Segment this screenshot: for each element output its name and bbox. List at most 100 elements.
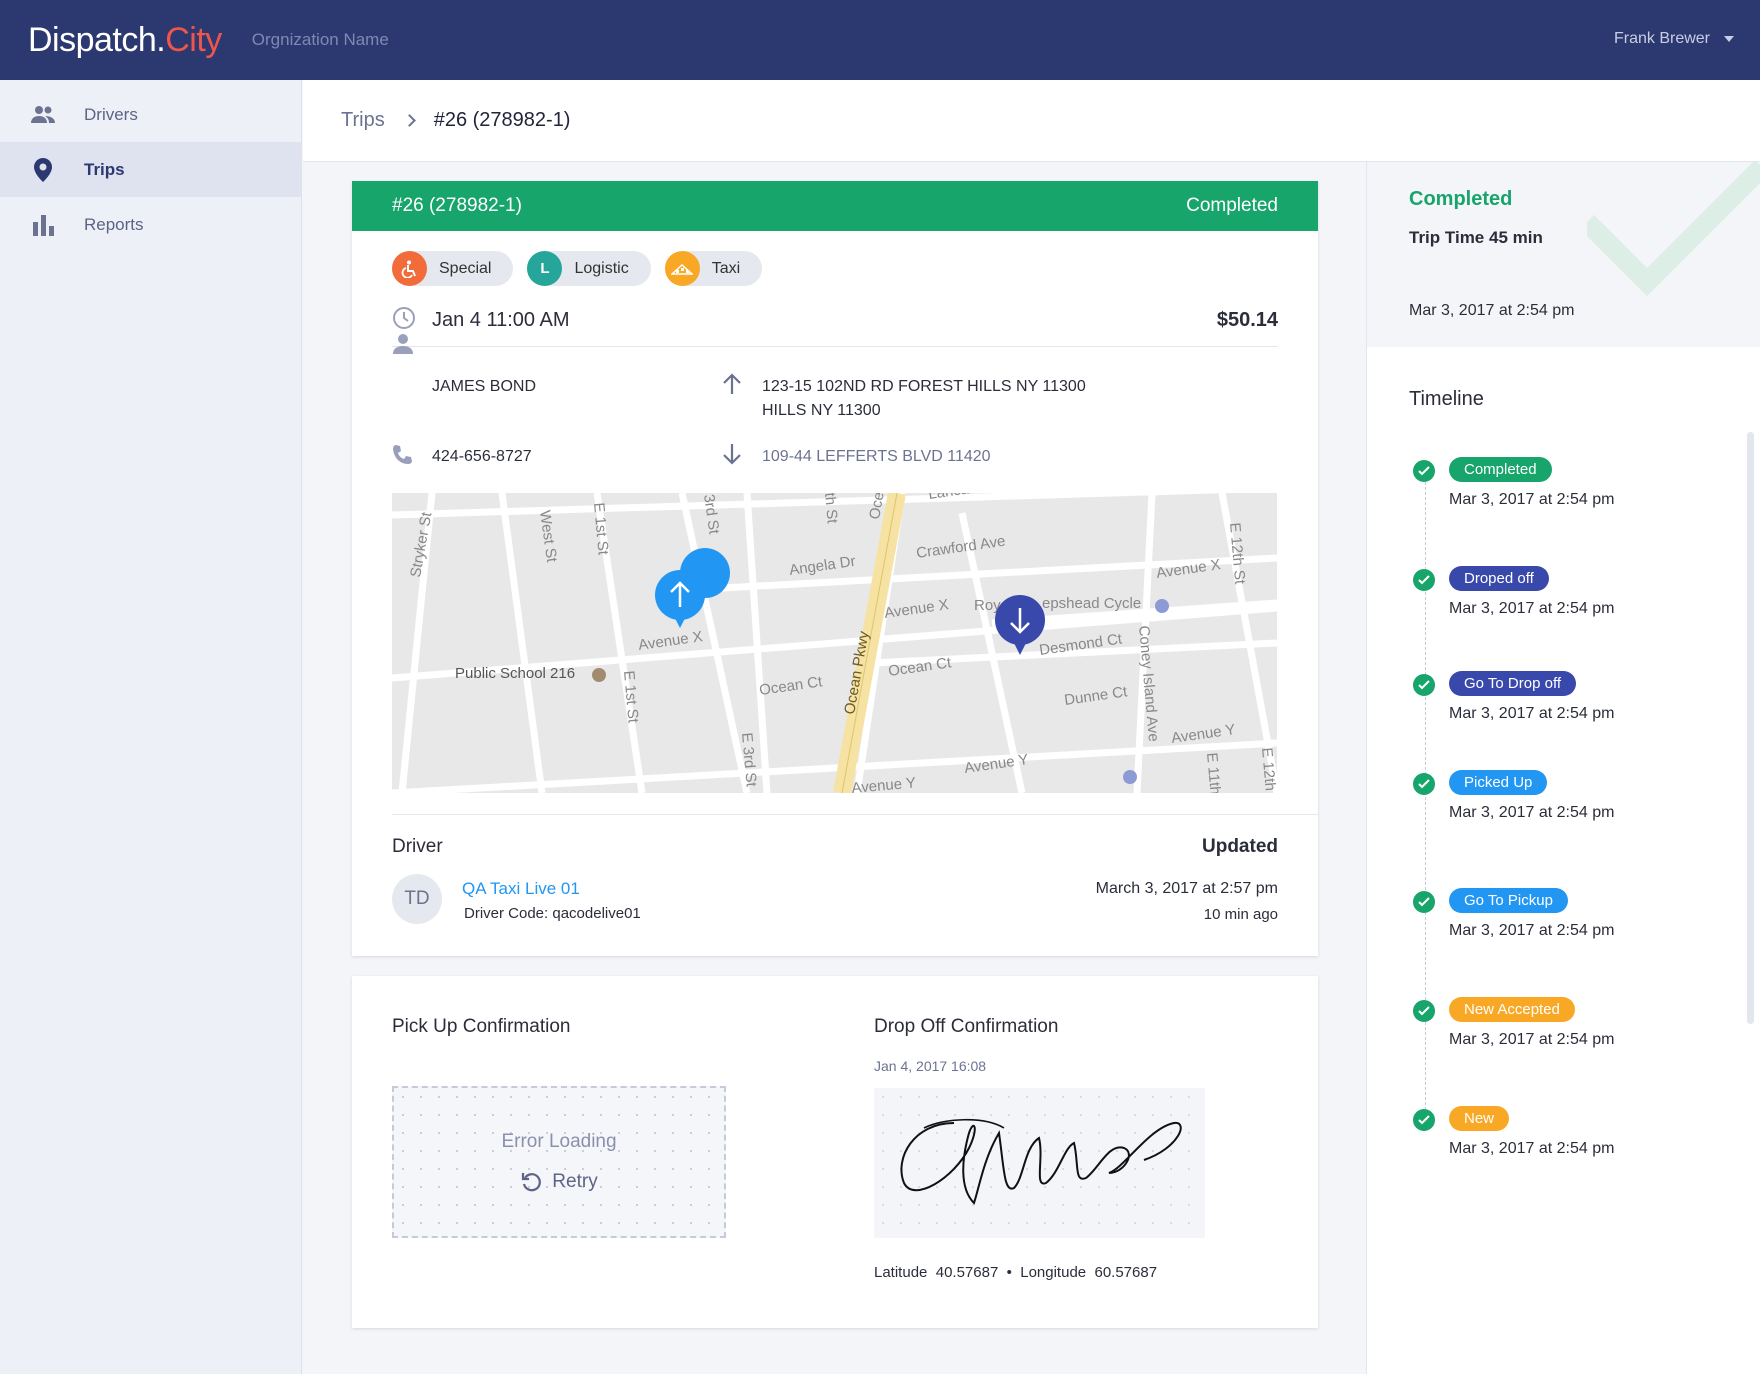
trip-card-header: #26 (278982-1) Completed [352, 181, 1318, 231]
timeline-badge: Go To Drop off [1449, 671, 1577, 696]
tag-special: Special [392, 251, 514, 286]
timeline-date: Mar 3, 2017 at 2:54 pm [1449, 705, 1615, 722]
tag-label: Taxi [711, 259, 741, 277]
check-circle-icon [1413, 1000, 1435, 1022]
latitude-label: Latitude [874, 1264, 928, 1281]
avatar: TD [392, 874, 442, 924]
breadcrumb-trips-link[interactable]: Trips [341, 109, 385, 132]
passenger-phone[interactable]: 424-656-8727 [432, 448, 532, 466]
trip-card: #26 (278982-1) Completed Special L Logis… [352, 181, 1318, 956]
checkmark-watermark-icon [1587, 162, 1760, 297]
brand-logo[interactable]: Dispatch.City [28, 21, 222, 60]
signature-drawing [900, 1118, 1182, 1205]
brand-accent: City [165, 20, 222, 59]
timeline-title: Timeline [1409, 388, 1484, 410]
trip-time-row: Jan 4 11:00 AM $50.14 [392, 305, 1278, 347]
school-icon [592, 668, 606, 682]
check-circle-icon [1413, 569, 1435, 591]
updated-ago: 10 min ago [1203, 906, 1278, 923]
trip-tags: Special L Logistic Taxi [392, 251, 1318, 286]
driver-name-link[interactable]: QA Taxi Live 01 [462, 879, 580, 899]
brand-main: Dispatch. [28, 20, 166, 59]
top-bar: Dispatch.City Orgnization Name Frank Bre… [0, 0, 1760, 80]
pickup-confirmation-image: Error Loading Retry [392, 1086, 726, 1238]
logistic-l-icon: L [527, 251, 563, 286]
chevron-right-icon [402, 114, 416, 127]
refresh-icon [522, 1173, 542, 1192]
arrow-down-icon [722, 443, 742, 470]
check-circle-icon [1413, 1109, 1435, 1131]
person-icon [392, 333, 414, 360]
breadcrumb: Trips #26 (278982-1) [303, 80, 1760, 162]
timeline-date: Mar 3, 2017 at 2:54 pm [1449, 922, 1615, 939]
longitude-label: Longitude [1020, 1264, 1087, 1281]
tag-logistic: L Logistic [527, 251, 651, 286]
status-panel: Completed Trip Time 45 min Mar 3, 2017 a… [1366, 162, 1760, 1374]
check-circle-icon [1413, 891, 1435, 913]
timeline-date: Mar 3, 2017 at 2:54 pm [1449, 1140, 1615, 1157]
timeline-badge: Droped off [1449, 566, 1549, 591]
timeline-scrollbar[interactable] [1747, 432, 1754, 1024]
sidebar-item-trips[interactable]: Trips [0, 142, 301, 197]
phone-icon [392, 444, 414, 471]
user-name: Frank Brewer [1613, 30, 1710, 47]
map-label: th St [821, 493, 841, 525]
people-icon [30, 102, 56, 128]
timeline-date: Mar 3, 2017 at 2:54 pm [1449, 491, 1615, 508]
arrow-up-icon [722, 373, 742, 400]
timeline-badge: Go To Pickup [1449, 888, 1568, 913]
dropoff-date: Jan 4, 2017 16:08 [874, 1058, 987, 1074]
user-menu[interactable]: Frank Brewer [1614, 30, 1734, 48]
sidebar-item-reports[interactable]: Reports [0, 197, 301, 252]
status-summary: Completed Trip Time 45 min Mar 3, 2017 a… [1367, 162, 1760, 347]
retry-button[interactable]: Retry [520, 1171, 598, 1193]
chevron-down-icon [1724, 36, 1734, 42]
clock-icon [392, 306, 416, 335]
tag-taxi: Taxi [664, 251, 763, 286]
driver-section-label: Driver [392, 836, 443, 857]
updated-label: Updated [1202, 836, 1278, 857]
timeline-badge: Completed [1449, 457, 1552, 482]
sidebar-item-label: Drivers [84, 104, 138, 124]
sidebar: Drivers Trips Reports [0, 80, 302, 1374]
map-label: Public School 216 [455, 665, 575, 682]
organization-name: Orgnization Name [251, 30, 389, 49]
updated-date: March 3, 2017 at 2:57 pm [1095, 880, 1278, 897]
error-text: Error Loading [501, 1131, 617, 1152]
driver-code: Driver Code: qacodelive01 [464, 905, 641, 922]
breadcrumb-current: #26 (278982-1) [433, 109, 571, 131]
sidebar-item-label: Trips [84, 159, 125, 179]
map-canvas: Stryker St West St E 1st St 3rd St th St… [392, 493, 1277, 793]
poi-icon [1123, 770, 1137, 784]
trip-price: $50.14 [1216, 309, 1278, 331]
longitude-value: 60.57687 [1094, 1264, 1158, 1281]
timeline-badge: New Accepted [1449, 997, 1575, 1022]
pickup-address-line1: 123-15 102ND RD FOREST HILLS NY 11300 [762, 378, 1086, 395]
check-circle-icon [1413, 773, 1435, 795]
trip-datetime: Jan 4 11:00 AM [432, 309, 570, 331]
dropoff-confirmation-title: Drop Off Confirmation [874, 1016, 1059, 1037]
pickup-confirmation-title: Pick Up Confirmation [392, 1016, 571, 1037]
wheelchair-icon [392, 251, 427, 286]
passenger-name: JAMES BOND [432, 378, 537, 395]
timeline-date: Mar 3, 2017 at 2:54 pm [1449, 1031, 1615, 1048]
check-circle-icon [1413, 460, 1435, 482]
divider [392, 814, 1318, 815]
sidebar-item-drivers[interactable]: Drivers [0, 87, 301, 142]
retry-label: Retry [552, 1171, 598, 1192]
tag-label: Logistic [574, 259, 629, 277]
timeline-badge: Picked Up [1449, 770, 1548, 795]
poi-icon [1155, 599, 1169, 613]
confirmation-card: Pick Up Confirmation Error Loading Retry… [352, 976, 1318, 1328]
timeline-date: Mar 3, 2017 at 2:54 pm [1449, 804, 1615, 821]
map-label: epshead Cycle [1042, 595, 1141, 612]
trip-map[interactable]: Stryker St West St E 1st St 3rd St th St… [392, 493, 1277, 793]
trip-id: #26 (278982-1) [392, 195, 522, 216]
timeline-badge: New [1449, 1106, 1510, 1131]
dropoff-address: 109-44 LEFFERTS BLVD 11420 [762, 448, 991, 465]
tag-label: Special [439, 259, 492, 277]
coordinates: Latitude 40.57687 • Longitude 60.57687 [874, 1264, 1158, 1281]
timeline-line [1425, 467, 1426, 1125]
map-pin-icon [30, 157, 56, 183]
latitude-value: 40.57687 [935, 1264, 999, 1281]
